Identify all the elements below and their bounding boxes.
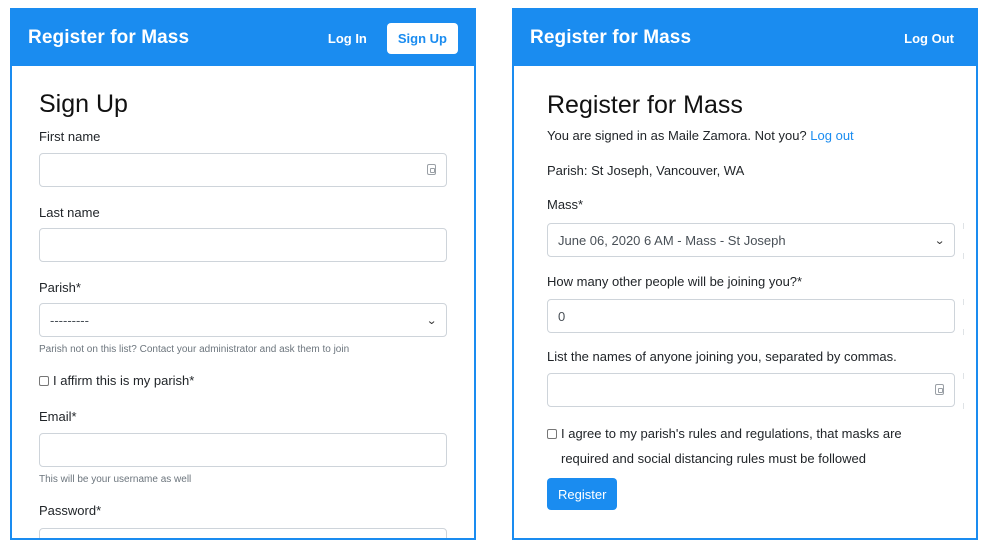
register-button[interactable]: Register: [547, 478, 618, 510]
brand-link[interactable]: Register for Mass: [530, 27, 691, 49]
nav-right: Log Out: [904, 31, 960, 46]
parish-label: Parish*: [39, 280, 81, 295]
email-label: Email*: [39, 409, 77, 424]
chevron-down-icon: ⌄: [425, 314, 437, 327]
mass-select[interactable]: June 06, 2020 6 AM - Mass - St Joseph ⌄: [547, 223, 955, 257]
field-edge-mark: [963, 223, 964, 229]
page-title: Sign Up: [39, 90, 128, 118]
field-edge-mark: [963, 373, 964, 379]
chevron-down-icon: ⌄: [933, 234, 945, 247]
register-window: Register for Mass Log Out Register for M…: [512, 8, 978, 540]
agree-checkbox[interactable]: [547, 429, 557, 439]
login-link[interactable]: Log In: [328, 31, 367, 46]
key-icon[interactable]: [427, 163, 436, 175]
names-input[interactable]: [547, 373, 955, 407]
others-label: How many other people will be joining yo…: [547, 274, 803, 289]
first-name-field[interactable]: [39, 153, 447, 187]
signed-in-prefix: You are signed in as Maile Zamora. Not y…: [547, 128, 807, 143]
key-icon[interactable]: [935, 383, 944, 395]
password-field[interactable]: [39, 528, 447, 538]
logout-link[interactable]: Log Out: [904, 31, 954, 46]
field-edge-mark: [963, 403, 964, 409]
others-count-value: 0: [558, 308, 566, 324]
last-name-label: Last name: [39, 205, 100, 220]
parish-selected: ---------: [50, 312, 89, 328]
email-field[interactable]: [39, 433, 447, 467]
navbar: Register for Mass Log Out: [514, 10, 976, 66]
field-edge-mark: [963, 329, 964, 335]
password-label: Password*: [39, 503, 102, 518]
mass-selected: June 06, 2020 6 AM - Mass - St Joseph: [558, 232, 786, 248]
last-name-field[interactable]: [39, 228, 447, 262]
first-name-label: First name: [39, 129, 101, 144]
field-edge-mark: [963, 299, 964, 305]
signup-button[interactable]: Sign Up: [386, 22, 458, 54]
parish-help-text: Parish not on this list? Contact your ad…: [39, 344, 350, 355]
agree-text-line2: required and social distancing rules mus…: [561, 451, 866, 466]
agree-text-line1: I agree to my parish's rules and regulat…: [561, 426, 902, 441]
navbar: Register for Mass Log In Sign Up: [12, 10, 474, 66]
page-title: Register for Mass: [547, 91, 743, 119]
email-help-text: This will be your username as well: [39, 474, 192, 485]
affirm-checkbox[interactable]: [39, 376, 49, 386]
parish-text: Parish: St Joseph, Vancouver, WA: [547, 163, 745, 178]
parish-select[interactable]: --------- ⌄: [39, 303, 447, 337]
brand-link[interactable]: Register for Mass: [28, 27, 189, 49]
names-label: List the names of anyone joining you, se…: [547, 349, 897, 364]
affirm-checkbox-row: I affirm this is my parish*: [39, 373, 194, 388]
mass-label: Mass*: [547, 197, 584, 212]
signup-window: Register for Mass Log In Sign Up Sign Up…: [10, 8, 476, 540]
affirm-label: I affirm this is my parish*: [53, 373, 195, 388]
signed-in-text: You are signed in as Maile Zamora. Not y…: [547, 128, 854, 143]
nav-right: Log In Sign Up: [328, 22, 458, 54]
log-out-link[interactable]: Log out: [810, 128, 853, 143]
agree-row: I agree to my parish's rules and regulat…: [547, 426, 902, 441]
field-edge-mark: [963, 253, 964, 259]
others-count-input[interactable]: 0: [547, 299, 955, 333]
